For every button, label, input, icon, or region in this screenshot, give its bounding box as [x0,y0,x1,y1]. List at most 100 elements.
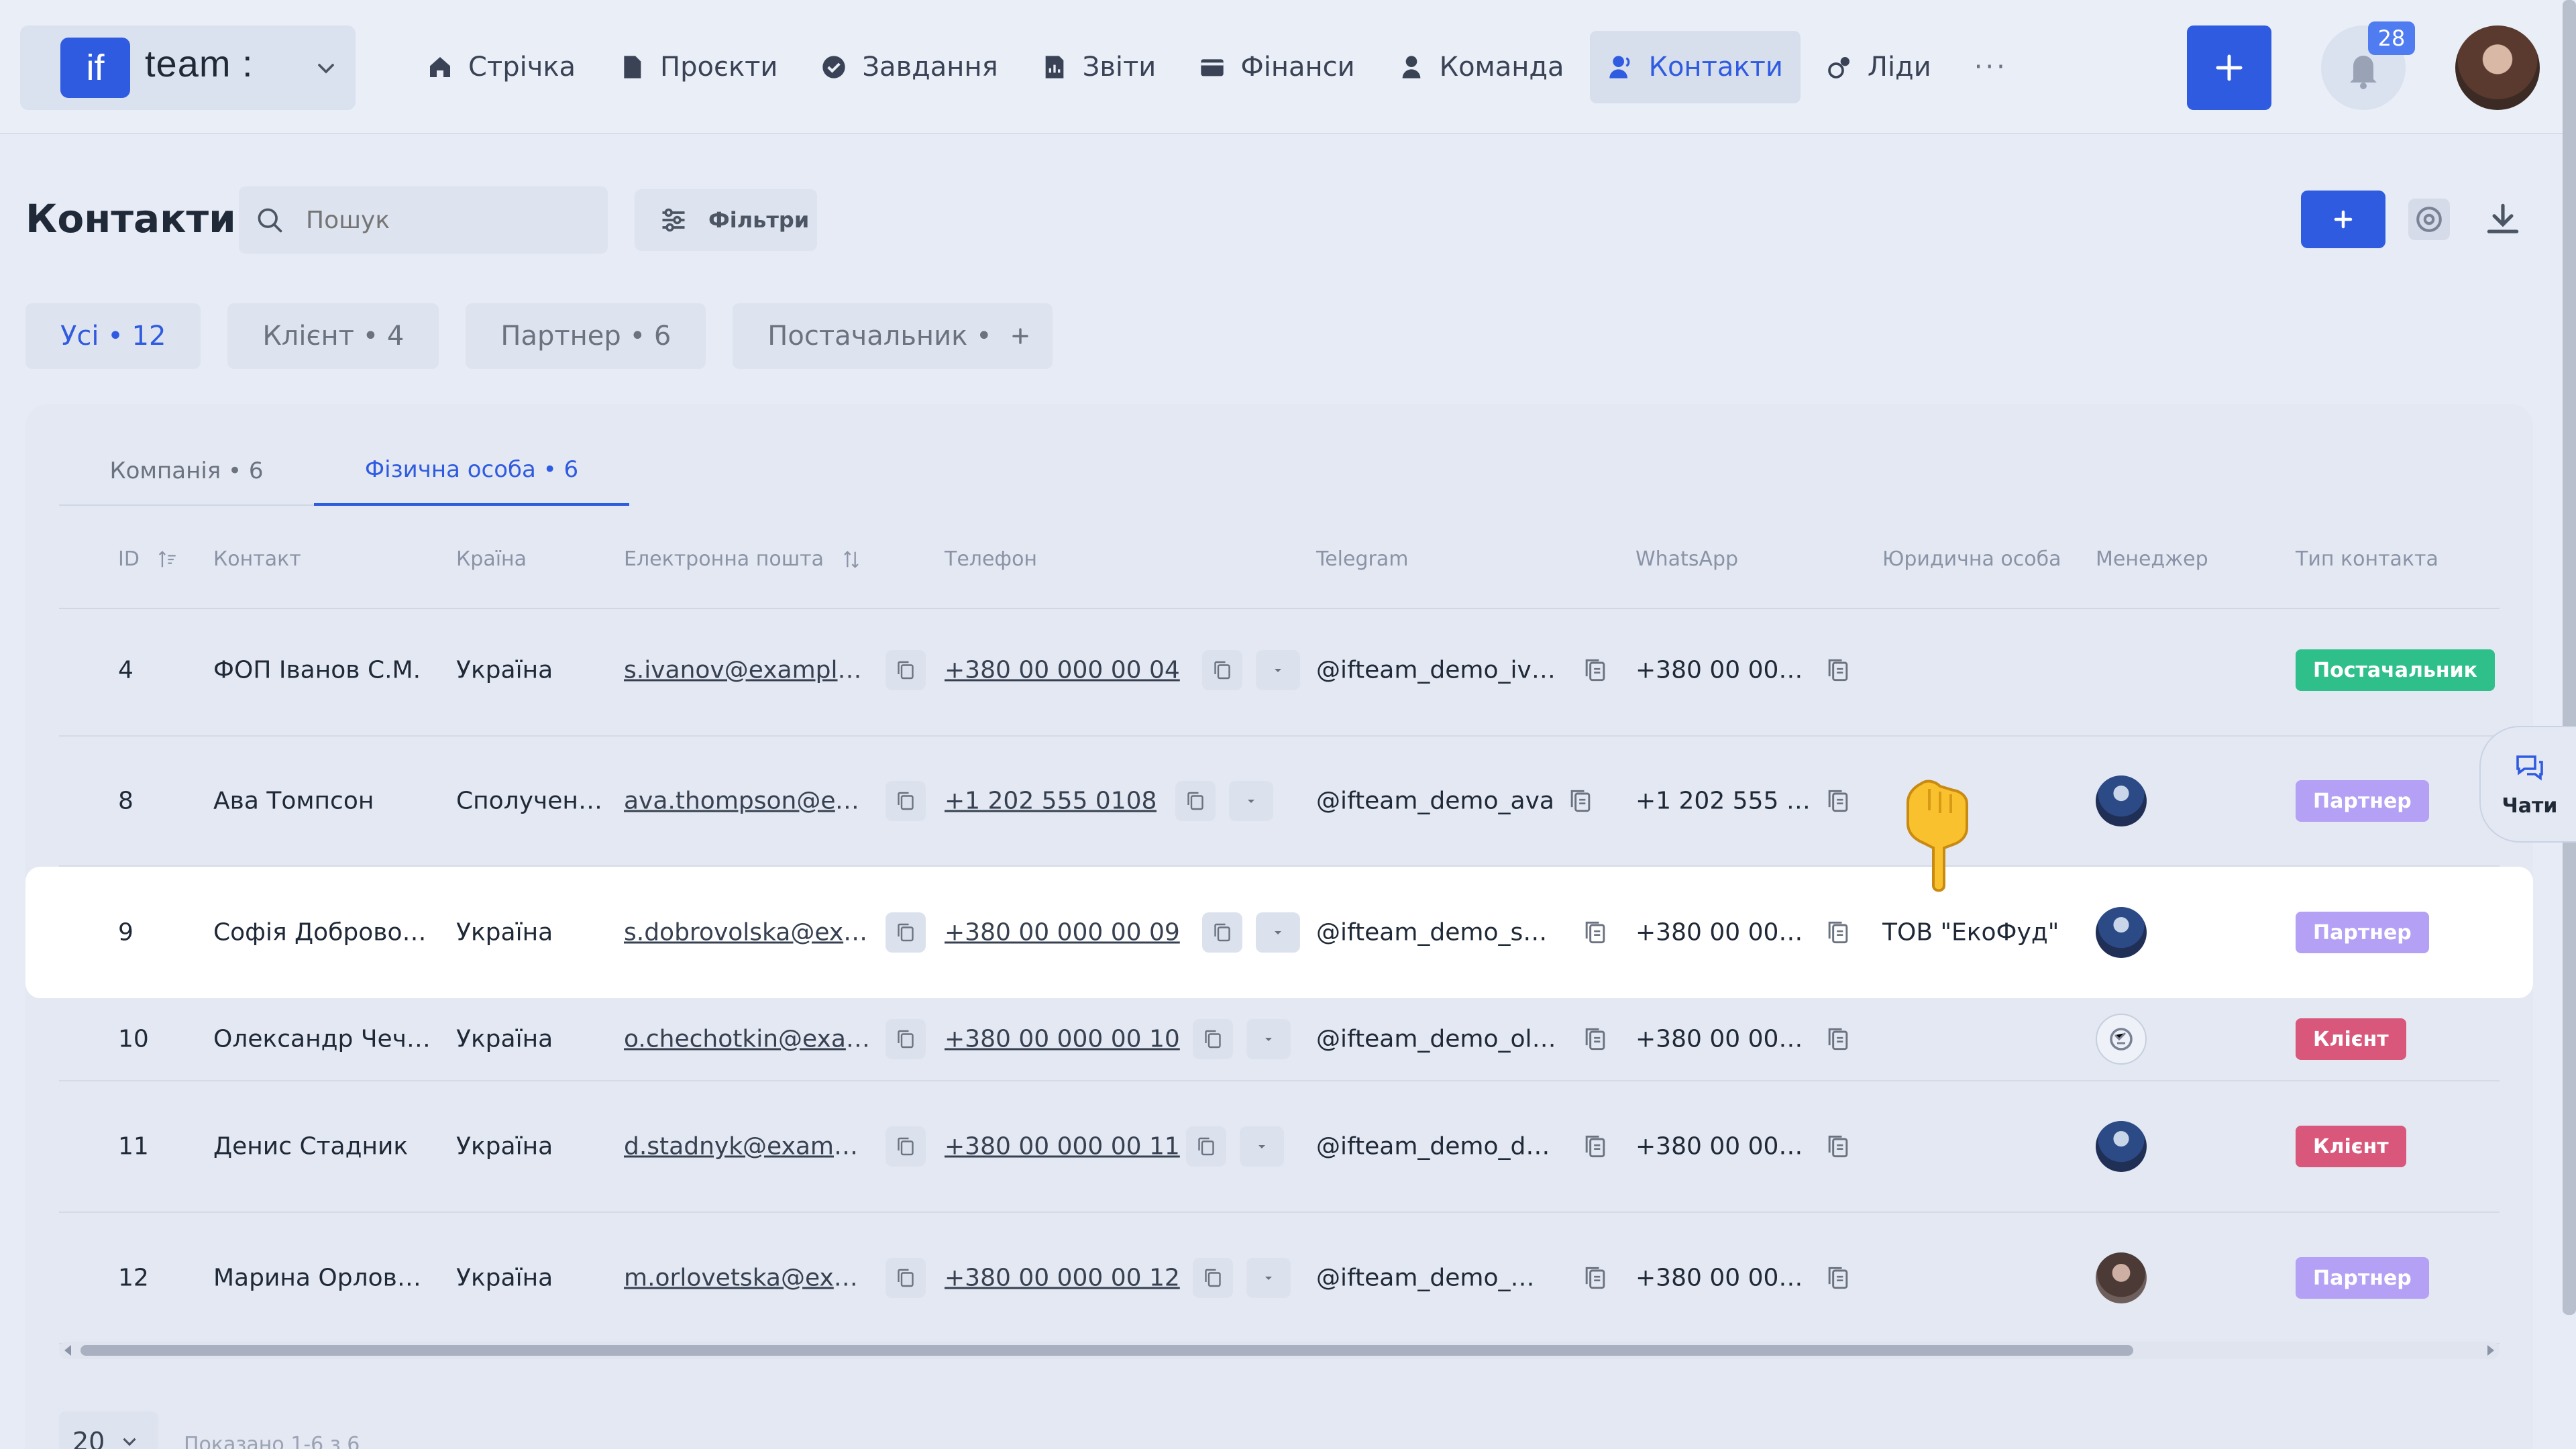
phone-options-button[interactable] [1256,650,1300,690]
nav-more-button[interactable]: ··· [1957,31,2025,103]
copy-icon[interactable] [1580,655,1610,685]
copy-icon[interactable] [1823,1132,1853,1161]
copy-icon[interactable] [1823,1024,1853,1054]
copy-phone-button[interactable] [1193,1019,1233,1059]
phone-options-button[interactable] [1229,781,1273,821]
cell-whatsapp[interactable]: +380 00 000 ... [1635,1026,1811,1053]
column-header-contact-type[interactable]: Тип контакта [2296,547,2438,571]
cell-email[interactable]: m.orlovetska@examp... [624,1265,872,1292]
cell-contact[interactable]: ФОП Іванов С.М. [213,657,421,684]
phone-options-button[interactable] [1246,1019,1291,1059]
column-header-legal-entity[interactable]: Юридична особа [1882,547,2061,571]
search-input[interactable] [306,203,588,237]
table-settings-button[interactable] [2408,199,2450,240]
segment-partner[interactable]: Партнер • 6 [466,303,706,369]
cell-telegram[interactable]: @ifteam_demo_sofia [1316,919,1558,947]
subtab-company[interactable]: Компанія • 6 [59,436,314,506]
table-row[interactable]: 11 Денис Стадник Україна d.stadnyk@example.… [59,1081,2500,1213]
search-box[interactable] [239,186,608,254]
cell-contact[interactable]: Ава Томпсон [213,788,374,815]
horizontal-scrollbar[interactable] [59,1342,2500,1359]
cell-email[interactable]: o.chechotkin@exam... [624,1026,872,1053]
column-header-phone[interactable]: Телефон [945,547,1037,571]
cell-contact[interactable]: Олександр Чечот... [213,1026,435,1053]
cell-whatsapp[interactable]: +380 00 000 ... [1635,657,1811,684]
copy-icon[interactable] [1580,918,1610,947]
create-button[interactable] [2187,25,2271,110]
nav-item-contacts[interactable]: Контакти [1589,31,1801,103]
horizontal-scrollbar-thumb[interactable] [80,1345,2133,1356]
column-header-telegram[interactable]: Telegram [1316,547,1408,571]
table-row[interactable]: 9 Софія Доброволь... Україна s.dobrovolska@… [25,867,2533,998]
cell-contact[interactable]: Марина Орловець... [213,1265,435,1292]
cell-telegram[interactable]: @ifteam_demo_ole... [1316,1026,1558,1053]
cell-phone[interactable]: +1 202 555 0108 [945,788,1157,815]
chats-button[interactable]: Чати [2479,726,2576,843]
add-contact-button[interactable] [2301,191,2385,248]
manager-avatar[interactable] [2096,907,2147,958]
copy-email-button[interactable] [885,1126,926,1167]
cell-contact[interactable]: Софія Доброволь... [213,919,435,947]
nav-item-leads[interactable]: Ліди [1809,31,1949,103]
user-avatar[interactable] [2455,25,2540,110]
nav-item-projects[interactable]: Проєкти [601,31,795,103]
table-row[interactable]: 4 ФОП Іванов С.М. Україна s.ivanov@example.… [59,605,2500,737]
copy-phone-button[interactable] [1193,1258,1233,1298]
copy-email-button[interactable] [885,1019,926,1059]
copy-phone-button[interactable] [1175,781,1216,821]
cell-email[interactable]: ava.thompson@exa... [624,788,872,815]
cell-telegram[interactable]: @ifteam_demo_ava [1316,788,1554,815]
cell-email[interactable]: s.ivanov@example.co... [624,657,872,684]
column-header-whatsapp[interactable]: WhatsApp [1635,547,1738,571]
cell-whatsapp[interactable]: +380 00 000 ... [1635,1265,1811,1292]
copy-icon[interactable] [1580,1024,1610,1054]
column-header-manager[interactable]: Менеджер [2096,547,2208,571]
cell-telegram[interactable]: @ifteam_demo_de... [1316,1133,1558,1161]
subtab-individual[interactable]: Фізична особа • 6 [314,436,629,506]
workspace-switcher[interactable]: if team : [20,25,356,110]
copy-phone-button[interactable] [1202,650,1242,690]
column-header-id[interactable]: ID [118,547,178,571]
copy-phone-button[interactable] [1202,912,1242,953]
filters-button[interactable]: Фільтри [635,189,817,251]
copy-icon[interactable] [1823,1263,1853,1293]
phone-options-button[interactable] [1246,1258,1291,1298]
nav-item-feed[interactable]: Стрічка [409,31,593,103]
segment-all[interactable]: Усі • 12 [25,303,201,369]
nav-item-reports[interactable]: Звіти [1024,31,1174,103]
phone-options-button[interactable] [1256,912,1300,953]
cell-whatsapp[interactable]: +380 00 000 ... [1635,1133,1811,1161]
table-row[interactable]: 8 Ава Томпсон Сполучені ... ava.thompson@ex… [59,737,2500,867]
manager-avatar[interactable] [2096,1014,2147,1065]
add-segment-button[interactable] [989,305,1052,368]
page-size-select[interactable]: 20 [59,1411,158,1449]
cell-phone[interactable]: +380 00 000 00 12 [945,1265,1180,1292]
copy-icon[interactable] [1823,655,1853,685]
table-row[interactable]: 10 Олександр Чечот... Україна o.chechotkin@… [59,998,2500,1081]
table-row[interactable]: 12 Марина Орловець... Україна m.orlovetska@… [59,1213,2500,1344]
export-button[interactable] [2482,199,2524,240]
nav-item-tasks[interactable]: Завдання [803,31,1015,103]
cell-email[interactable]: d.stadnyk@example.... [624,1133,872,1161]
segment-client[interactable]: Клієнт • 4 [227,303,439,369]
cell-phone[interactable]: +380 00 000 00 11 [945,1133,1180,1161]
cell-phone[interactable]: +380 00 000 00 09 [945,919,1180,947]
phone-options-button[interactable] [1240,1126,1284,1167]
copy-icon[interactable] [1823,786,1853,816]
copy-icon[interactable] [1823,918,1853,947]
cell-phone[interactable]: +380 00 000 00 10 [945,1026,1180,1053]
column-header-country[interactable]: Країна [456,547,527,571]
column-header-contact[interactable]: Контакт [213,547,301,571]
vertical-scrollbar-thumb[interactable] [2563,0,2576,1315]
copy-email-button[interactable] [885,650,926,690]
manager-avatar[interactable] [2096,1252,2147,1303]
cell-contact[interactable]: Денис Стадник [213,1133,408,1161]
copy-email-button[interactable] [885,781,926,821]
copy-phone-button[interactable] [1186,1126,1226,1167]
nav-item-team[interactable]: Команда [1381,31,1582,103]
cell-telegram[interactable]: @ifteam_demo_ma... [1316,1265,1558,1292]
nav-item-finance[interactable]: Фінанси [1181,31,1372,103]
copy-email-button[interactable] [885,912,926,953]
cell-email[interactable]: s.dobrovolska@exam... [624,919,872,947]
cell-whatsapp[interactable]: +1 202 555 01... [1635,788,1811,815]
